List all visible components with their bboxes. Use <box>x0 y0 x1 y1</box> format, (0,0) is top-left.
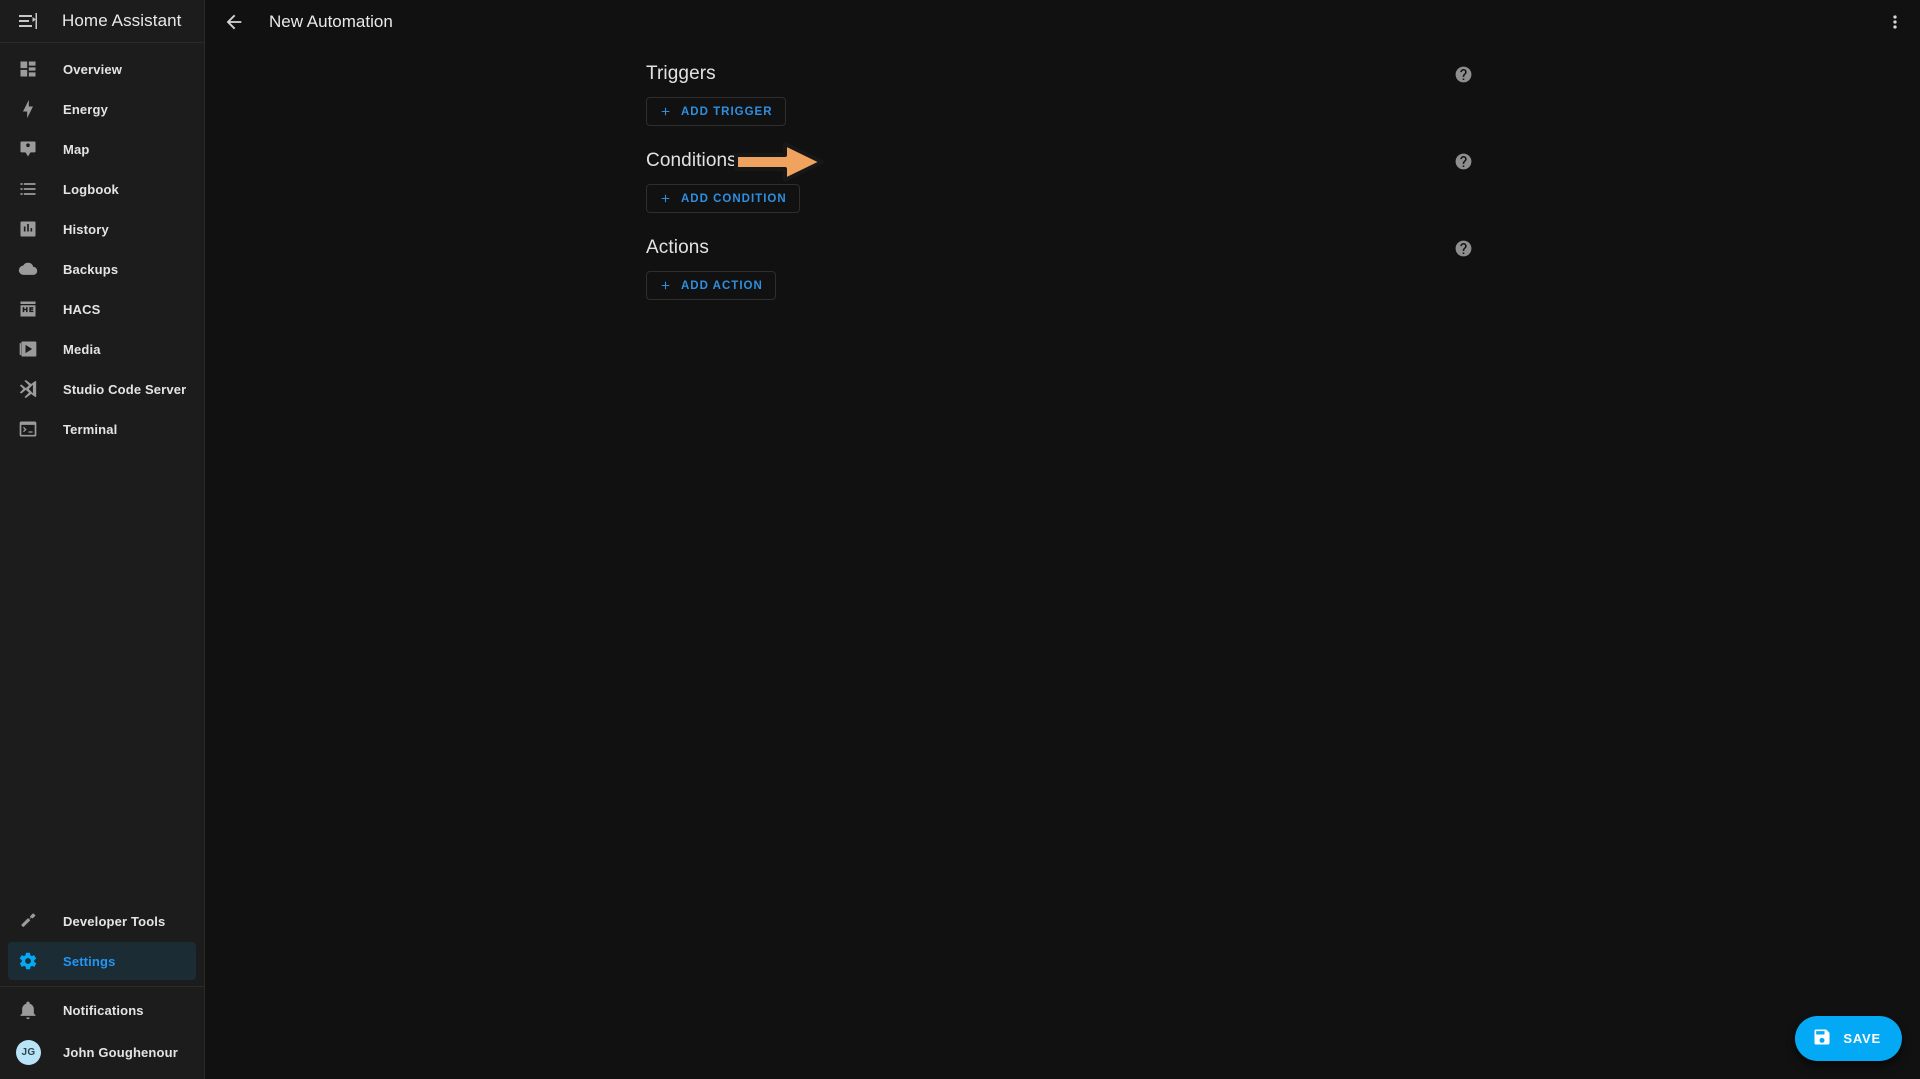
sidebar-item-label: Settings <box>63 953 116 969</box>
content-save-icon <box>1812 1027 1832 1050</box>
bell-outline-icon <box>16 998 40 1022</box>
hacs-icon <box>16 297 40 321</box>
add-condition-row: ADD CONDITION <box>646 178 1476 231</box>
add-condition-button[interactable]: ADD CONDITION <box>646 184 800 213</box>
sidebar-item-label: Backups <box>63 261 119 277</box>
profile-name: John Goughenour <box>63 1044 178 1060</box>
hammer-icon <box>16 909 40 933</box>
sidebar-item-overview[interactable]: Overview <box>8 50 196 88</box>
sidebar-nav-bottom: Developer Tools Settings Notifications J… <box>0 900 204 1079</box>
section-triggers: Triggers ADD TRIGGER <box>646 57 1476 144</box>
add-trigger-label: ADD TRIGGER <box>681 105 773 118</box>
section-title: Triggers <box>646 63 716 84</box>
help-circle-icon[interactable] <box>1451 236 1475 260</box>
sidebar-item-label: Logbook <box>63 181 119 197</box>
sidebar-nav-main: Overview Energy Map Logbook History Back… <box>0 43 204 900</box>
help-circle-icon[interactable] <box>1451 149 1475 173</box>
sidebar: Home Assistant Overview Energy Map Logbo… <box>0 0 205 1079</box>
home-assistant-app: Home Assistant Overview Energy Map Logbo… <box>0 0 1920 1079</box>
sidebar-item-studio-code-server[interactable]: Studio Code Server <box>8 370 196 408</box>
help-circle-icon[interactable] <box>1451 62 1475 86</box>
sidebar-item-energy[interactable]: Energy <box>8 90 196 128</box>
automation-config-container: Triggers ADD TRIGGER Conditions ADD COND… <box>646 57 1476 318</box>
format-list-bulleted-icon <box>16 177 40 201</box>
sidebar-item-developer-tools[interactable]: Developer Tools <box>8 902 196 940</box>
plus-icon <box>659 105 672 118</box>
sidebar-item-label: Media <box>63 341 101 357</box>
sidebar-item-label: Energy <box>63 101 108 117</box>
sidebar-item-logbook[interactable]: Logbook <box>8 170 196 208</box>
sidebar-item-terminal[interactable]: Terminal <box>8 410 196 448</box>
plus-icon <box>659 192 672 205</box>
sidebar-item-media[interactable]: Media <box>8 330 196 368</box>
sidebar-item-profile[interactable]: JG John Goughenour <box>8 1031 196 1073</box>
sidebar-item-label: HACS <box>63 301 101 317</box>
section-header: Conditions <box>646 144 1476 178</box>
cog-icon <box>16 949 40 973</box>
add-trigger-row: ADD TRIGGER <box>646 91 1476 144</box>
add-action-button[interactable]: ADD ACTION <box>646 271 776 300</box>
sidebar-item-label: Studio Code Server <box>63 381 187 397</box>
sidebar-divider <box>0 986 204 987</box>
section-conditions: Conditions ADD CONDITION <box>646 144 1476 231</box>
save-label: SAVE <box>1843 1031 1881 1046</box>
add-trigger-button[interactable]: ADD TRIGGER <box>646 97 786 126</box>
sidebar-item-label: Terminal <box>63 421 118 437</box>
section-title: Actions <box>646 237 710 258</box>
sidebar-header: Home Assistant <box>0 0 204 43</box>
sidebar-item-label: History <box>63 221 109 237</box>
section-title: Conditions <box>646 150 737 171</box>
brand-title: Home Assistant <box>62 11 182 30</box>
console-icon <box>16 417 40 441</box>
add-condition-label: ADD CONDITION <box>681 192 787 205</box>
save-button[interactable]: SAVE <box>1795 1016 1902 1061</box>
sidebar-item-settings[interactable]: Settings <box>8 942 196 980</box>
automation-editor-content: Triggers ADD TRIGGER Conditions ADD COND… <box>205 43 1920 1079</box>
chart-box-icon <box>16 217 40 241</box>
sidebar-item-hacs[interactable]: HACS <box>8 290 196 328</box>
view-dashboard-icon <box>16 57 40 81</box>
section-header: Triggers <box>646 57 1476 91</box>
plus-icon <box>659 279 672 292</box>
vscode-icon <box>16 377 40 401</box>
sidebar-item-label: Developer Tools <box>63 913 166 929</box>
section-header: Actions <box>646 231 1476 265</box>
sidebar-item-label: Notifications <box>63 1002 144 1018</box>
dots-vertical-icon[interactable] <box>1876 3 1914 41</box>
add-action-row: ADD ACTION <box>646 265 1476 318</box>
sidebar-item-map[interactable]: Map <box>8 130 196 168</box>
sidebar-item-label: Overview <box>63 61 123 77</box>
back-arrow-icon[interactable] <box>215 3 253 41</box>
play-box-icon <box>16 337 40 361</box>
menu-open-icon[interactable] <box>8 1 48 41</box>
sidebar-item-backups[interactable]: Backups <box>8 250 196 288</box>
sidebar-item-label: Map <box>63 141 90 157</box>
main-panel: New Automation Triggers ADD TRIGGER Cond… <box>205 0 1920 1079</box>
lightning-bolt-icon <box>16 97 40 121</box>
cloud-icon <box>16 257 40 281</box>
app-toolbar: New Automation <box>205 0 1920 43</box>
add-action-label: ADD ACTION <box>681 279 763 292</box>
page-title: New Automation <box>269 11 393 31</box>
map-marker-account-icon <box>16 137 40 161</box>
section-actions: Actions ADD ACTION <box>646 231 1476 318</box>
sidebar-item-notifications[interactable]: Notifications <box>8 991 196 1029</box>
avatar: JG <box>16 1039 41 1065</box>
sidebar-item-history[interactable]: History <box>8 210 196 248</box>
